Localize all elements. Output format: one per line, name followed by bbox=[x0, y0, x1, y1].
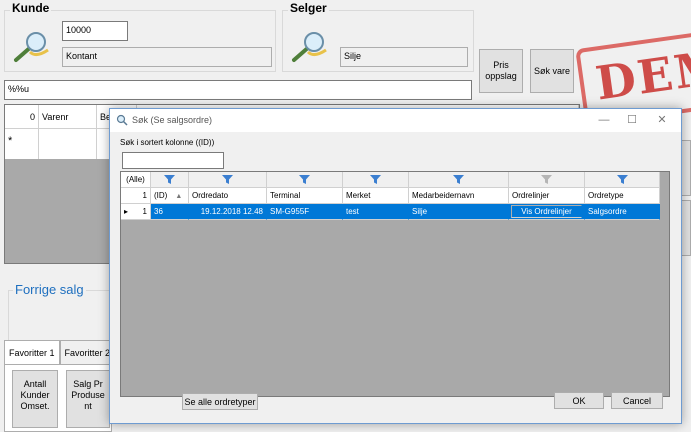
price-lookup-button[interactable]: Pris oppslag bbox=[479, 49, 523, 93]
cell-ordretype[interactable]: Salgsordre bbox=[585, 204, 660, 220]
seller-name-field: Silje bbox=[340, 47, 468, 67]
col-header-id-label: (ID) bbox=[154, 191, 168, 200]
fav-label: Salg Pr bbox=[73, 379, 103, 389]
cancel-button[interactable]: Cancel bbox=[611, 392, 663, 409]
fav-label: Kunder bbox=[20, 390, 50, 400]
row-number: 1 bbox=[142, 207, 147, 216]
cell-id[interactable]: 36 bbox=[151, 204, 189, 220]
minimize-button[interactable]: — bbox=[590, 112, 618, 129]
filter-ordretype[interactable] bbox=[585, 172, 660, 188]
filter-funnel-icon bbox=[541, 175, 552, 184]
search-dialog: Søk (Se salgsordre) — ☐ ✕ Søk i sortert … bbox=[109, 108, 682, 424]
sort-column-label: Søk i sortert kolonne ((ID)) bbox=[120, 138, 215, 147]
search-icon bbox=[116, 114, 128, 126]
kunde-title: Kunde bbox=[10, 1, 52, 15]
filter-merket[interactable] bbox=[343, 172, 409, 188]
maximize-button[interactable]: ☐ bbox=[618, 112, 646, 129]
previous-sale-label: Forrige salg bbox=[13, 282, 86, 297]
dialog-titlebar[interactable]: Søk (Se salgsordre) — ☐ ✕ bbox=[110, 109, 681, 132]
fav-button-antall[interactable]: Antall Kunder Omset. bbox=[12, 370, 58, 428]
filter-funnel-icon bbox=[370, 175, 381, 184]
fav-label: Omset. bbox=[20, 401, 50, 411]
orders-grid: (Alle) 1 (ID) ▲ Ordredato Terminal Merket… bbox=[120, 171, 670, 397]
cell-ordredato[interactable]: 19.12.2018 12.48 bbox=[189, 204, 267, 220]
col-header-medarbeider[interactable]: Medarbeidernavn bbox=[409, 188, 509, 204]
filter-ordrelinjer[interactable] bbox=[509, 172, 585, 188]
filter-row: (Alle) bbox=[121, 172, 669, 188]
cell-ordrelinjer: Vis Ordrelinjer bbox=[509, 204, 585, 220]
sort-ascending-icon: ▲ bbox=[175, 193, 183, 200]
ok-button[interactable]: OK bbox=[554, 392, 604, 409]
filter-funnel-icon bbox=[299, 175, 310, 184]
close-button[interactable]: ✕ bbox=[648, 112, 676, 129]
selger-title: Selger bbox=[288, 1, 329, 15]
new-row-cell[interactable] bbox=[39, 129, 97, 159]
col-header-ordredato[interactable]: Ordredato bbox=[189, 188, 267, 204]
tab-favoritter-1[interactable]: Favoritter 1 bbox=[4, 340, 60, 364]
view-order-lines-button[interactable]: Vis Ordrelinjer bbox=[511, 205, 582, 218]
fav-button-salg[interactable]: Salg Pr Produse nt bbox=[66, 370, 110, 428]
col-header-id[interactable]: (ID) ▲ bbox=[151, 188, 189, 204]
col-header-ordrelinjer[interactable]: Ordrelinjer bbox=[509, 188, 585, 204]
col-number: 0 bbox=[5, 105, 39, 128]
filter-funnel-icon bbox=[222, 175, 233, 184]
header-row: 1 (ID) ▲ Ordredato Terminal Merket Medarb… bbox=[121, 188, 669, 204]
filter-funnel-icon bbox=[453, 175, 464, 184]
col-varenr: Varenr bbox=[39, 105, 97, 128]
filter-funnel-icon bbox=[164, 175, 175, 184]
filter-id[interactable] bbox=[151, 172, 189, 188]
filter-funnel-icon bbox=[616, 175, 628, 184]
customer-name-field: Kontant bbox=[62, 47, 272, 67]
search-bar[interactable]: %%u bbox=[4, 80, 472, 100]
row-selector[interactable]: ▸ 1 bbox=[121, 204, 151, 220]
fav-label: Produse bbox=[71, 390, 105, 400]
favorites-tabs: Favoritter 1 Favoritter 2 bbox=[4, 340, 116, 364]
col-header-ordretype[interactable]: Ordretype bbox=[585, 188, 660, 204]
fav-label: Antall bbox=[23, 379, 47, 389]
table-row[interactable]: ▸ 1 36 19.12.2018 12.48 SM-G955F test Si… bbox=[121, 204, 669, 220]
filter-all[interactable]: (Alle) bbox=[121, 172, 151, 188]
dialog-title: Søk (Se salgsordre) bbox=[132, 115, 213, 125]
filter-terminal[interactable] bbox=[267, 172, 343, 188]
tab-favoritter-2[interactable]: Favoritter 2 bbox=[59, 340, 116, 364]
show-all-order-types-button[interactable]: Se alle ordretyper bbox=[182, 393, 258, 410]
row-pointer-icon: ▸ bbox=[124, 207, 129, 216]
search-item-button[interactable]: Søk vare bbox=[530, 49, 574, 93]
price-lookup-label-2: oppslag bbox=[485, 71, 517, 81]
customer-search-icon[interactable] bbox=[12, 30, 52, 64]
filter-medarbeider[interactable] bbox=[409, 172, 509, 188]
new-row-marker: * bbox=[5, 129, 39, 159]
customer-number-field[interactable]: 10000 bbox=[62, 21, 128, 41]
cell-terminal[interactable]: SM-G955F bbox=[267, 204, 343, 220]
cell-medarbeider[interactable]: Silje bbox=[409, 204, 509, 220]
cell-merket[interactable]: test bbox=[343, 204, 409, 220]
fav-label: nt bbox=[84, 401, 92, 411]
col-header-merket[interactable]: Merket bbox=[343, 188, 409, 204]
search-filter-input[interactable] bbox=[122, 152, 224, 169]
col-header-terminal[interactable]: Terminal bbox=[267, 188, 343, 204]
seller-search-icon[interactable] bbox=[290, 30, 330, 64]
header-row-number: 1 bbox=[121, 188, 151, 204]
price-lookup-label-1: Pris bbox=[493, 60, 509, 70]
filter-ordredato[interactable] bbox=[189, 172, 267, 188]
